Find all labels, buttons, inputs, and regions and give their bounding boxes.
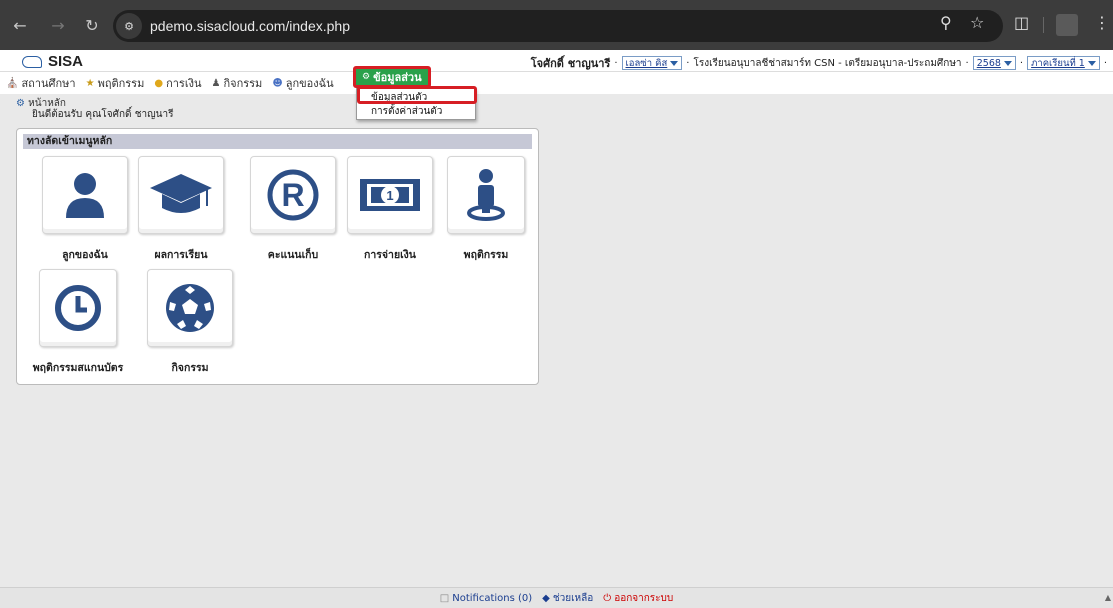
tile-activity[interactable]: กิจกรรม — [147, 269, 233, 376]
clock-icon — [55, 285, 101, 331]
reload-icon[interactable]: ↻ — [80, 13, 104, 37]
panel-title: ทางลัดเข้าเมนูหลัก — [23, 134, 532, 149]
shortcut-panel: ทางลัดเข้าเมนูหลัก ลูกของฉัน ผลการเรียน … — [16, 128, 539, 385]
registered-icon: R — [267, 169, 319, 221]
user-name: โจศักดิ์ ชาญนารี — [530, 57, 611, 70]
address-bar[interactable]: ⚙ pdemo.sisacloud.com/index.php — [113, 10, 1003, 42]
tile-label: กิจกรรม — [171, 362, 209, 374]
children-icon: ☻ — [272, 77, 283, 89]
tag-icon: ◆ — [542, 592, 550, 604]
activity-icon: ♟ — [211, 77, 221, 89]
year-select[interactable]: 2568 — [972, 56, 1016, 70]
chevron-down-icon — [1087, 60, 1096, 66]
user-icon — [66, 173, 104, 218]
tile-label: คะแนนเก็บ — [267, 249, 319, 261]
svg-text:R: R — [281, 177, 304, 213]
menu-item-school[interactable]: ⛪ สถานศึกษา — [6, 74, 76, 92]
school-name: โรงเรียนอนุบาลชีช่าสมาร์ท CSN - เตรียมอน… — [693, 57, 962, 69]
behavior-icon: ★ — [85, 77, 95, 89]
svg-text:1: 1 — [386, 188, 393, 203]
toolbar-divider — [1043, 17, 1044, 33]
app-header: SISA โจศักดิ์ ชาญนารี · เอลซ่า คิส · โรง… — [0, 50, 1113, 72]
school-icon: ⛪ — [6, 77, 19, 89]
logout-link[interactable]: ⏻ ออกจากระบบ — [603, 591, 673, 606]
tile-grades[interactable]: ผลการเรียน — [138, 156, 224, 263]
menu-kebab-icon[interactable]: ⋮ — [1094, 13, 1110, 32]
menu-item-behavior[interactable]: ★ พฤติกรรม — [86, 74, 145, 92]
role-select[interactable]: เอลซ่า คิส — [621, 56, 683, 70]
tile-label: การจ่ายเงิน — [364, 249, 416, 261]
site-settings-icon[interactable]: ⚙ — [116, 13, 142, 39]
coins-icon: ● — [154, 77, 164, 89]
breadcrumb: ⚙ หน้าหลัก ยินดีต้อนรับ คุณโจศักดิ์ ชาญน… — [16, 98, 173, 120]
menu-item-profile-active[interactable]: ⚙ ข้อมูลส่วน — [353, 66, 431, 88]
sisa-logo[interactable]: SISA — [22, 53, 83, 70]
browser-toolbar: ← → ↻ ⚙ pdemo.sisacloud.com/index.php ⚲ … — [0, 0, 1113, 50]
dropdown-item-personal-settings[interactable]: การตั้งค่าส่วนตัว — [357, 105, 475, 119]
notifications-link[interactable]: □ Notifications (0) — [440, 593, 532, 604]
bookmark-star-icon[interactable]: ☆ — [970, 13, 984, 32]
tile-my-child[interactable]: ลูกของฉัน — [42, 156, 128, 263]
comment-icon: □ — [439, 592, 450, 604]
breadcrumb-home[interactable]: ⚙ หน้าหลัก — [16, 98, 173, 109]
tile-behavior[interactable]: พฤติกรรม — [447, 156, 525, 263]
menu-item-my-child[interactable]: ☻ ลูกของฉัน — [272, 74, 333, 92]
sisa-logo-icon — [22, 55, 42, 68]
help-link[interactable]: ◆ ช่วยเหลือ — [542, 591, 593, 606]
soccer-ball-icon — [166, 284, 214, 332]
tile-label: พฤติกรรมสแกนบัตร — [32, 362, 124, 374]
highlight-box — [357, 86, 477, 104]
extensions-icon[interactable]: ◫ — [1014, 13, 1029, 32]
tile-scan-behavior[interactable]: พฤติกรรมสแกนบัตร — [33, 269, 123, 376]
header-info: โจศักดิ์ ชาญนารี · เอลซ่า คิส · โรงเรียน… — [531, 54, 1107, 72]
footer-bar: □ Notifications (0) ◆ ช่วยเหลือ ⏻ ออกจากระบ… — [0, 587, 1113, 608]
main-menu: ⛪ สถานศึกษา ★ พฤติกรรม ● การเงิน ♟ กิจกรรม ☻… — [0, 72, 1113, 94]
chevron-down-icon — [670, 60, 679, 66]
welcome-text: ยินดีต้อนรับ คุณโจศักดิ์ ชาญนารี — [32, 109, 174, 120]
person-pin-icon — [467, 169, 505, 221]
url-text: pdemo.sisacloud.com/index.php — [150, 18, 351, 34]
graduation-cap-icon — [150, 174, 212, 213]
profile-avatar[interactable] — [1056, 14, 1078, 36]
money-icon: 1 — [360, 179, 420, 211]
scrollbar-arrows[interactable]: ▲ — [1103, 587, 1113, 608]
menu-item-finance[interactable]: ● การเงิน — [154, 74, 201, 92]
tile-label: ผลการเรียน — [154, 249, 208, 261]
power-icon: ⏻ — [603, 592, 612, 604]
chevron-down-icon — [1003, 60, 1012, 66]
gear-icon: ⚙ — [362, 72, 371, 82]
menu-item-activity[interactable]: ♟ กิจกรรม — [212, 74, 263, 92]
tile-label: ลูกของฉัน — [62, 249, 108, 261]
tile-scores[interactable]: R คะแนนเก็บ — [250, 156, 336, 263]
logo-text: SISA — [48, 53, 84, 70]
home-gear-icon: ⚙ — [16, 98, 25, 109]
zoom-icon[interactable]: ⚲ — [940, 13, 952, 32]
term-select[interactable]: ภาคเรียนที่ 1 — [1027, 56, 1100, 70]
tile-label: พฤติกรรม — [463, 249, 509, 261]
tile-payment[interactable]: 1 การจ่ายเงิน — [347, 156, 433, 263]
forward-icon[interactable]: → — [46, 13, 70, 37]
back-icon[interactable]: ← — [8, 13, 32, 37]
